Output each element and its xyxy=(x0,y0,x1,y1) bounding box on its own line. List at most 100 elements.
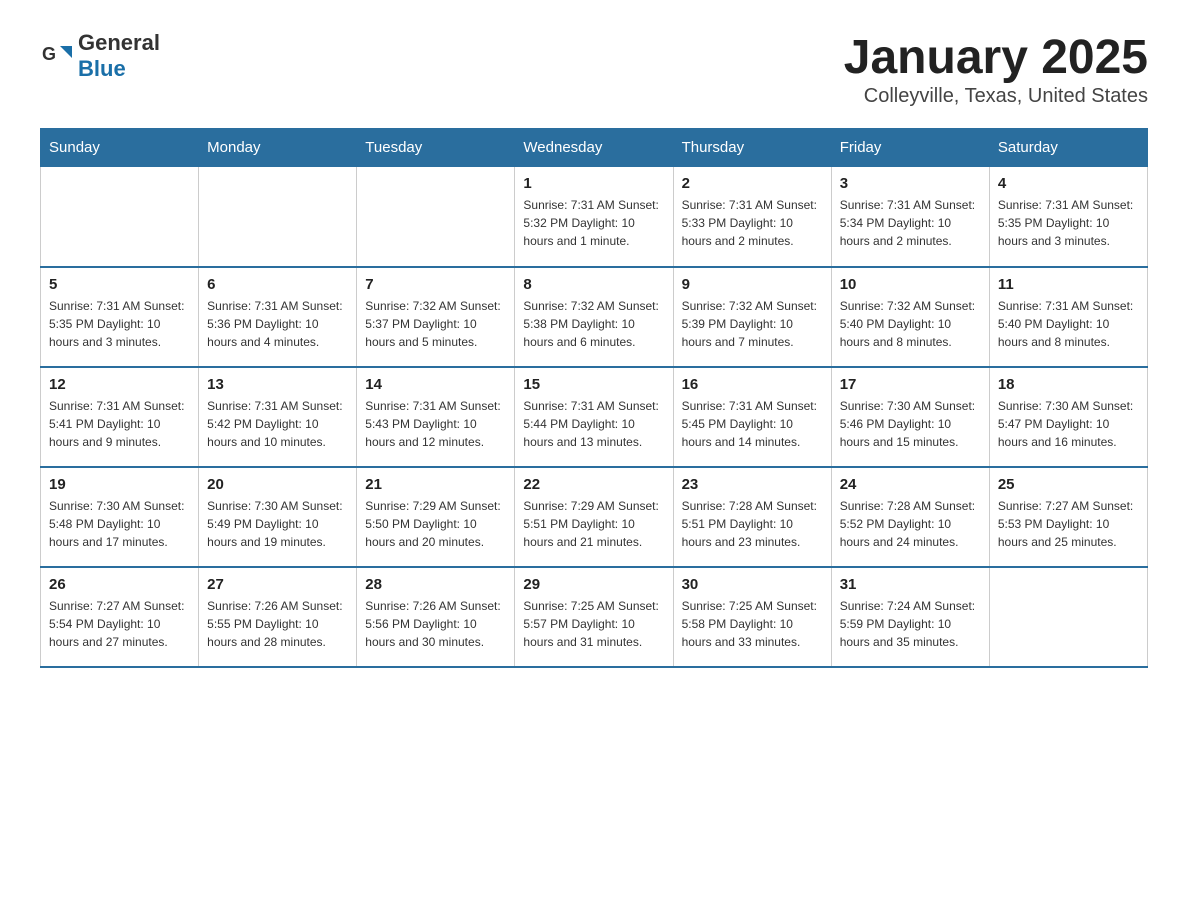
calendar-cell: 3 Sunrise: 7:31 AM Sunset: 5:34 PM Daylig… xyxy=(831,167,989,267)
day-info: Sunrise: 7:31 AM Sunset: 5:45 PM Dayligh… xyxy=(682,397,823,451)
day-info: Sunrise: 7:31 AM Sunset: 5:32 PM Dayligh… xyxy=(523,196,664,250)
logo: G General Blue xyxy=(40,30,160,82)
day-number: 13 xyxy=(207,376,348,393)
day-info: Sunrise: 7:27 AM Sunset: 5:53 PM Dayligh… xyxy=(998,497,1139,551)
day-info: Sunrise: 7:32 AM Sunset: 5:40 PM Dayligh… xyxy=(840,297,981,351)
day-number: 19 xyxy=(49,476,190,493)
calendar-cell: 14 Sunrise: 7:31 AM Sunset: 5:43 PM Dayli… xyxy=(357,367,515,467)
calendar-cell: 26Sunrise: 7:27 AM Sunset: 5:54 PM Dayli… xyxy=(41,567,199,667)
day-number: 15 xyxy=(523,376,664,393)
day-number: 2 xyxy=(682,175,823,192)
calendar-header: SundayMondayTuesdayWednesdayThursdayFrid… xyxy=(41,129,1148,167)
day-number: 4 xyxy=(998,175,1139,192)
day-number: 8 xyxy=(523,276,664,293)
header-day-friday: Friday xyxy=(831,129,989,167)
calendar-cell: 25 Sunrise: 7:27 AM Sunset: 5:53 PM Dayli… xyxy=(989,467,1147,567)
day-info: Sunrise: 7:31 AM Sunset: 5:33 PM Dayligh… xyxy=(682,196,823,250)
calendar-cell: 28 Sunrise: 7:26 AM Sunset: 5:56 PM Dayli… xyxy=(357,567,515,667)
day-info: Sunrise: 7:28 AM Sunset: 5:51 PM Dayligh… xyxy=(682,497,823,551)
calendar-cell: 13 Sunrise: 7:31 AM Sunset: 5:42 PM Dayli… xyxy=(199,367,357,467)
day-info: Sunrise: 7:29 AM Sunset: 5:50 PM Dayligh… xyxy=(365,497,506,551)
calendar-cell: 23 Sunrise: 7:28 AM Sunset: 5:51 PM Dayli… xyxy=(673,467,831,567)
calendar-cell: 2 Sunrise: 7:31 AM Sunset: 5:33 PM Daylig… xyxy=(673,167,831,267)
week-row-2: 5 Sunrise: 7:31 AM Sunset: 5:35 PM Daylig… xyxy=(41,267,1148,367)
calendar-cell: 10 Sunrise: 7:32 AM Sunset: 5:40 PM Dayli… xyxy=(831,267,989,367)
calendar-cell: 1 Sunrise: 7:31 AM Sunset: 5:32 PM Daylig… xyxy=(515,167,673,267)
day-number: 5 xyxy=(49,276,190,293)
logo-blue: Blue xyxy=(78,56,126,81)
header-day-monday: Monday xyxy=(199,129,357,167)
calendar-table: SundayMondayTuesdayWednesdayThursdayFrid… xyxy=(40,128,1148,668)
calendar-cell: 22 Sunrise: 7:29 AM Sunset: 5:51 PM Dayli… xyxy=(515,467,673,567)
day-number: 11 xyxy=(998,276,1139,293)
day-info: Sunrise: 7:30 AM Sunset: 5:47 PM Dayligh… xyxy=(998,397,1139,451)
day-number: 1 xyxy=(523,175,664,192)
week-row-4: 19 Sunrise: 7:30 AM Sunset: 5:48 PM Dayli… xyxy=(41,467,1148,567)
calendar-cell: 4 Sunrise: 7:31 AM Sunset: 5:35 PM Daylig… xyxy=(989,167,1147,267)
day-info: Sunrise: 7:26 AM Sunset: 5:55 PM Dayligh… xyxy=(207,597,348,651)
day-info: Sunrise: 7:31 AM Sunset: 5:35 PM Dayligh… xyxy=(998,196,1139,250)
day-info: Sunrise: 7:32 AM Sunset: 5:37 PM Dayligh… xyxy=(365,297,506,351)
calendar-cell: 31 Sunrise: 7:24 AM Sunset: 5:59 PM Dayli… xyxy=(831,567,989,667)
day-info: Sunrise: 7:31 AM Sunset: 5:34 PM Dayligh… xyxy=(840,196,981,250)
day-info: Sunrise: 7:25 AM Sunset: 5:58 PM Dayligh… xyxy=(682,597,823,651)
day-number: 22 xyxy=(523,476,664,493)
day-info: Sunrise: 7:31 AM Sunset: 5:44 PM Dayligh… xyxy=(523,397,664,451)
calendar-cell: 27 Sunrise: 7:26 AM Sunset: 5:55 PM Dayli… xyxy=(199,567,357,667)
day-info: Sunrise: 7:32 AM Sunset: 5:39 PM Dayligh… xyxy=(682,297,823,351)
day-info: Sunrise: 7:31 AM Sunset: 5:42 PM Dayligh… xyxy=(207,397,348,451)
day-number: 10 xyxy=(840,276,981,293)
calendar-cell: 30Sunrise: 7:25 AM Sunset: 5:58 PM Dayli… xyxy=(673,567,831,667)
calendar-cell: 7 Sunrise: 7:32 AM Sunset: 5:37 PM Daylig… xyxy=(357,267,515,367)
day-info: Sunrise: 7:31 AM Sunset: 5:40 PM Dayligh… xyxy=(998,297,1139,351)
calendar-title: January 2025 xyxy=(844,30,1148,85)
calendar-subtitle: Colleyville, Texas, United States xyxy=(844,85,1148,108)
day-number: 14 xyxy=(365,376,506,393)
calendar-cell xyxy=(199,167,357,267)
day-number: 31 xyxy=(840,576,981,593)
calendar-cell: 17 Sunrise: 7:30 AM Sunset: 5:46 PM Dayli… xyxy=(831,367,989,467)
day-info: Sunrise: 7:24 AM Sunset: 5:59 PM Dayligh… xyxy=(840,597,981,651)
day-number: 23 xyxy=(682,476,823,493)
calendar-cell: 21 Sunrise: 7:29 AM Sunset: 5:50 PM Dayli… xyxy=(357,467,515,567)
header-row: SundayMondayTuesdayWednesdayThursdayFrid… xyxy=(41,129,1148,167)
week-row-1: 1 Sunrise: 7:31 AM Sunset: 5:32 PM Daylig… xyxy=(41,167,1148,267)
day-number: 24 xyxy=(840,476,981,493)
day-number: 27 xyxy=(207,576,348,593)
week-row-5: 26Sunrise: 7:27 AM Sunset: 5:54 PM Dayli… xyxy=(41,567,1148,667)
header-day-saturday: Saturday xyxy=(989,129,1147,167)
day-info: Sunrise: 7:31 AM Sunset: 5:35 PM Dayligh… xyxy=(49,297,190,351)
day-info: Sunrise: 7:31 AM Sunset: 5:36 PM Dayligh… xyxy=(207,297,348,351)
calendar-cell xyxy=(989,567,1147,667)
day-info: Sunrise: 7:30 AM Sunset: 5:46 PM Dayligh… xyxy=(840,397,981,451)
day-info: Sunrise: 7:26 AM Sunset: 5:56 PM Dayligh… xyxy=(365,597,506,651)
day-number: 7 xyxy=(365,276,506,293)
day-number: 29 xyxy=(523,576,664,593)
calendar-cell: 6 Sunrise: 7:31 AM Sunset: 5:36 PM Daylig… xyxy=(199,267,357,367)
day-number: 28 xyxy=(365,576,506,593)
day-number: 3 xyxy=(840,175,981,192)
logo-text: General Blue xyxy=(78,30,160,82)
calendar-cell: 19 Sunrise: 7:30 AM Sunset: 5:48 PM Dayli… xyxy=(41,467,199,567)
calendar-cell: 12Sunrise: 7:31 AM Sunset: 5:41 PM Dayli… xyxy=(41,367,199,467)
day-number: 21 xyxy=(365,476,506,493)
day-number: 17 xyxy=(840,376,981,393)
title-block: January 2025 Colleyville, Texas, United … xyxy=(844,30,1148,108)
calendar-cell: 16Sunrise: 7:31 AM Sunset: 5:45 PM Dayli… xyxy=(673,367,831,467)
day-number: 18 xyxy=(998,376,1139,393)
calendar-cell: 15 Sunrise: 7:31 AM Sunset: 5:44 PM Dayli… xyxy=(515,367,673,467)
day-number: 20 xyxy=(207,476,348,493)
day-number: 25 xyxy=(998,476,1139,493)
day-info: Sunrise: 7:30 AM Sunset: 5:48 PM Dayligh… xyxy=(49,497,190,551)
day-number: 6 xyxy=(207,276,348,293)
header-day-sunday: Sunday xyxy=(41,129,199,167)
header-day-thursday: Thursday xyxy=(673,129,831,167)
header-day-tuesday: Tuesday xyxy=(357,129,515,167)
calendar-cell: 18 Sunrise: 7:30 AM Sunset: 5:47 PM Dayli… xyxy=(989,367,1147,467)
calendar-cell: 24 Sunrise: 7:28 AM Sunset: 5:52 PM Dayli… xyxy=(831,467,989,567)
calendar-cell: 9Sunrise: 7:32 AM Sunset: 5:39 PM Daylig… xyxy=(673,267,831,367)
day-info: Sunrise: 7:31 AM Sunset: 5:43 PM Dayligh… xyxy=(365,397,506,451)
day-info: Sunrise: 7:28 AM Sunset: 5:52 PM Dayligh… xyxy=(840,497,981,551)
page-header: G General Blue January 2025 Colleyville,… xyxy=(40,30,1148,108)
day-info: Sunrise: 7:29 AM Sunset: 5:51 PM Dayligh… xyxy=(523,497,664,551)
